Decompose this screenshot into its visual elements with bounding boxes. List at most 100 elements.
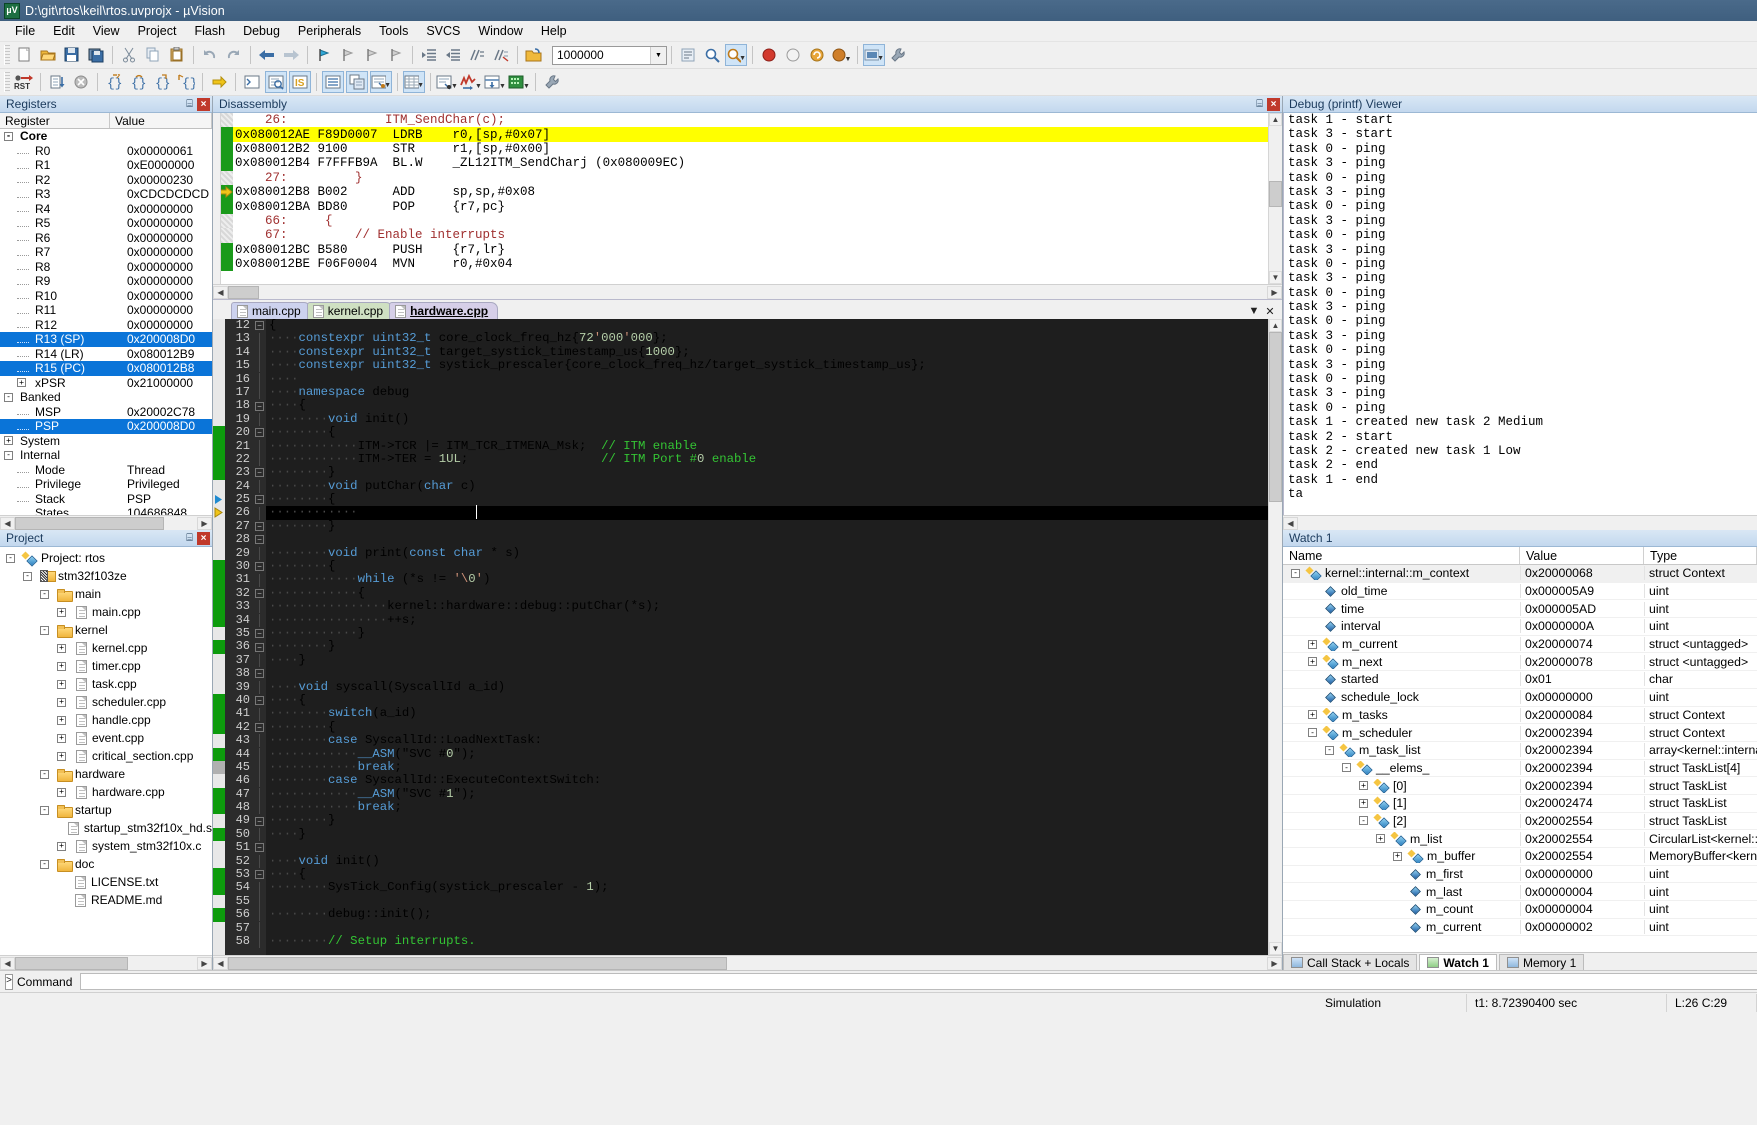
watch-value[interactable]: 0x20002554	[1520, 849, 1644, 864]
menu-window[interactable]: Window	[469, 22, 531, 40]
register-row[interactable]: R13 (SP) 0x200008D0	[0, 332, 212, 347]
scroll-track[interactable]	[1298, 516, 1757, 530]
editor-code-line[interactable]: ········case SyscallId::LoadNextTask:	[266, 733, 1268, 747]
editor-code-line[interactable]: ········}	[266, 640, 1268, 653]
save-all-icon[interactable]	[85, 44, 107, 66]
breakpoint-gutter-cell[interactable]	[213, 801, 225, 815]
project-tree-item[interactable]: README.md	[0, 891, 212, 909]
watch-value[interactable]: 0x00000000	[1520, 690, 1644, 705]
editor-code-line[interactable]	[266, 841, 1268, 854]
editor-code-line[interactable]: ········SysTick_Config(systick_prescaler…	[266, 881, 1268, 894]
scroll-right-icon[interactable]: ▶	[1267, 285, 1282, 299]
register-row[interactable]: R6 0x00000000	[0, 231, 212, 246]
disassembly-instruction-line[interactable]: 0x080012B2 9100 STR r1,[sp,#0x00]	[221, 141, 1268, 157]
register-row[interactable]: R4 0x00000000	[0, 202, 212, 217]
editor-code-line[interactable]	[266, 922, 1268, 935]
watch-value[interactable]: 0x20002394	[1520, 743, 1644, 758]
tab-main-cpp[interactable]: main.cpp	[231, 302, 311, 319]
project-tree-item[interactable]: + task.cpp	[0, 675, 212, 693]
breakpoint-gutter-cell[interactable]	[213, 868, 225, 882]
breakpoint-gutter-cell[interactable]	[213, 600, 225, 614]
breakpoint-gutter-cell[interactable]	[213, 881, 225, 895]
watch-value[interactable]: 0x20000084	[1520, 707, 1644, 722]
printf-hscrollbar[interactable]: ◀	[1283, 515, 1757, 530]
tree-toggle-icon[interactable]: -	[40, 805, 49, 815]
register-row[interactable]: Stack PSP	[0, 492, 212, 507]
breakpoint-gutter-cell[interactable]	[213, 386, 225, 399]
disassembly-gutter[interactable]	[213, 113, 221, 284]
disassembly-source-line[interactable]: 27: }	[221, 170, 1268, 185]
project-tree-item[interactable]: - startup	[0, 801, 212, 819]
project-tree-item[interactable]: + hardware.cpp	[0, 783, 212, 801]
editor-code-line[interactable]: ········{	[266, 720, 1268, 734]
chevron-down-icon[interactable]: ▼	[499, 83, 506, 93]
editor-fold-marker[interactable]: −	[253, 587, 266, 600]
close-icon[interactable]: ✕	[1262, 303, 1278, 319]
watch-row[interactable]: + [1] 0x20002474 struct TaskList	[1283, 795, 1757, 813]
chevron-down-icon[interactable]: ▼	[523, 83, 530, 93]
editor-fold-marker[interactable]: −	[253, 399, 266, 412]
scroll-right-icon[interactable]: ▶	[197, 956, 212, 970]
editor-code-line[interactable]: ················++s;	[266, 613, 1268, 627]
breakpoint-gutter-cell[interactable]	[213, 747, 225, 761]
breakpoint-gutter-cell[interactable]	[213, 493, 225, 506]
comment-icon[interactable]	[466, 44, 488, 66]
editor-code-line[interactable]: ········debug::init();	[266, 907, 1268, 921]
editor-fold-marker[interactable]	[253, 854, 266, 868]
breakpoint-gutter-cell[interactable]	[213, 895, 225, 908]
run-to-cursor-icon[interactable]: {}	[175, 71, 197, 93]
toolbar-grip[interactable]	[4, 72, 10, 92]
watch-value[interactable]: 0x20002474	[1520, 796, 1644, 811]
chevron-down-icon[interactable]: ▼	[384, 82, 391, 92]
editor-fold-marker[interactable]	[253, 707, 266, 721]
project-tree-item[interactable]: + main.cpp	[0, 603, 212, 621]
watch-row[interactable]: + m_buffer 0x20002554MemoryBuffer<kernel..…	[1283, 848, 1757, 866]
editor-code-line[interactable]: ············ITM->TCR |= ITM_TCR_ITMENA_M…	[266, 439, 1268, 453]
register-row[interactable]: MSP 0x20002C78	[0, 405, 212, 420]
breakpoint-gutter-cell[interactable]	[213, 908, 225, 922]
editor-fold-marker[interactable]	[253, 935, 266, 949]
register-row[interactable]: R14 (LR) 0x080012B9	[0, 347, 212, 362]
stop-debug-icon[interactable]	[782, 44, 804, 66]
editor-fold-marker[interactable]	[253, 680, 266, 694]
editor-fold-marker[interactable]: −	[253, 667, 266, 680]
editor-code-area[interactable]: {····constexpr uint32_t core_clock_freq_…	[266, 319, 1268, 955]
menu-debug[interactable]: Debug	[234, 22, 289, 40]
scroll-thumb[interactable]	[1269, 332, 1282, 502]
debug-settings-icon[interactable]: ▼	[830, 44, 852, 66]
editor-code-line[interactable]: ····constexpr uint32_t systick_prescaler…	[266, 358, 1268, 372]
registers-tree[interactable]: - Core R0 0x00000061 R1 0xE0000000 R2 0x0000023…	[0, 129, 212, 515]
tree-toggle-icon[interactable]: -	[23, 571, 32, 581]
watch-window-icon[interactable]: ▼	[370, 71, 392, 93]
editor-fold-marker[interactable]: −	[253, 493, 266, 506]
editor-fold-marker[interactable]: −	[253, 694, 266, 707]
column-header-value[interactable]: Value	[110, 113, 212, 128]
tree-toggle-icon[interactable]: +	[1359, 798, 1368, 808]
copy-icon[interactable]	[142, 44, 164, 66]
bookmark-clear-icon[interactable]	[385, 44, 407, 66]
register-row[interactable]: PSP 0x200008D0	[0, 419, 212, 434]
editor-code-line[interactable]: ········// Setup interrupts.	[266, 934, 1268, 948]
watch-row[interactable]: interval 0x0000000A uint	[1283, 618, 1757, 636]
watch-row[interactable]: m_count 0x00000004 uint	[1283, 901, 1757, 919]
editor-fold-marker[interactable]: −	[253, 841, 266, 854]
tree-toggle-icon[interactable]: -	[1359, 816, 1368, 826]
trace-window-icon[interactable]: ▼	[484, 71, 506, 93]
watch-row[interactable]: time 0x000005AD uint	[1283, 600, 1757, 619]
project-tree-item[interactable]: - doc	[0, 855, 212, 873]
tree-toggle-icon[interactable]: +	[57, 643, 66, 653]
tree-toggle-icon[interactable]: +	[57, 607, 66, 617]
tab-kernel-cpp[interactable]: kernel.cpp	[306, 302, 394, 319]
project-tree-item[interactable]: LICENSE.txt	[0, 873, 212, 891]
scroll-left-icon[interactable]: ◀	[213, 285, 228, 299]
tree-toggle-icon[interactable]: +	[1393, 851, 1402, 861]
editor-fold-gutter[interactable]: − − − − − − − − − − − − − − − − −	[253, 319, 266, 955]
menu-flash[interactable]: Flash	[185, 22, 234, 40]
reset-cpu-icon[interactable]: RST	[13, 71, 35, 93]
register-row[interactable]: R1 0xE0000000	[0, 158, 212, 173]
cut-icon[interactable]	[118, 44, 140, 66]
open-project-icon[interactable]	[523, 44, 545, 66]
editor-fold-marker[interactable]	[253, 359, 266, 373]
watch-row[interactable]: m_first 0x00000000 uint	[1283, 866, 1757, 884]
breakpoint-gutter-cell[interactable]	[213, 922, 225, 935]
